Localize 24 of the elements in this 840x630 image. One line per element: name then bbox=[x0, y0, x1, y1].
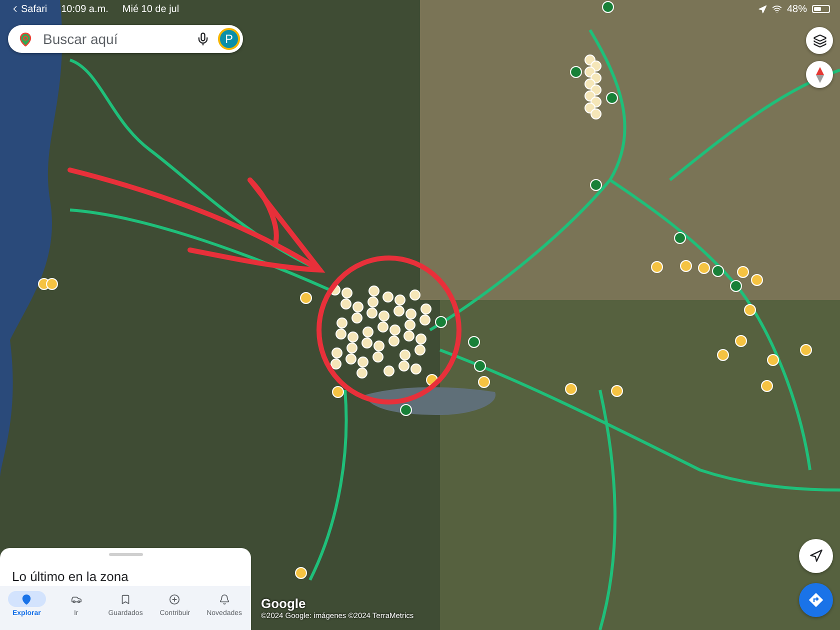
search-field[interactable]: Buscar aquí P bbox=[8, 25, 243, 53]
profile-avatar[interactable]: P bbox=[218, 28, 240, 50]
google-logo: Google bbox=[261, 596, 307, 611]
battery-percent: 48% bbox=[786, 4, 807, 14]
bookmark-icon bbox=[120, 594, 132, 604]
status-time: 10:09 a.m. bbox=[61, 4, 108, 14]
drag-handle[interactable] bbox=[108, 553, 142, 556]
maps-logo-icon bbox=[18, 32, 33, 46]
battery-icon bbox=[812, 5, 830, 13]
plus-circle-icon bbox=[169, 594, 180, 604]
status-date: Mié 10 de jul bbox=[122, 4, 180, 14]
bell-icon bbox=[218, 594, 230, 604]
marker-cluster-drawing[interactable] bbox=[584, 54, 602, 120]
navigation-arrow-icon bbox=[809, 549, 823, 563]
wifi-icon bbox=[772, 4, 782, 14]
compass-icon bbox=[814, 66, 824, 82]
pin-icon bbox=[21, 594, 32, 604]
location-icon bbox=[758, 4, 767, 14]
marker-cluster-drawing[interactable] bbox=[330, 284, 432, 378]
microphone-icon[interactable] bbox=[196, 32, 210, 46]
sheet-title: Lo último en la zona bbox=[11, 568, 130, 586]
back-app-label[interactable]: Safari bbox=[21, 4, 48, 14]
layers-icon bbox=[812, 34, 826, 48]
directions-icon bbox=[809, 593, 823, 607]
